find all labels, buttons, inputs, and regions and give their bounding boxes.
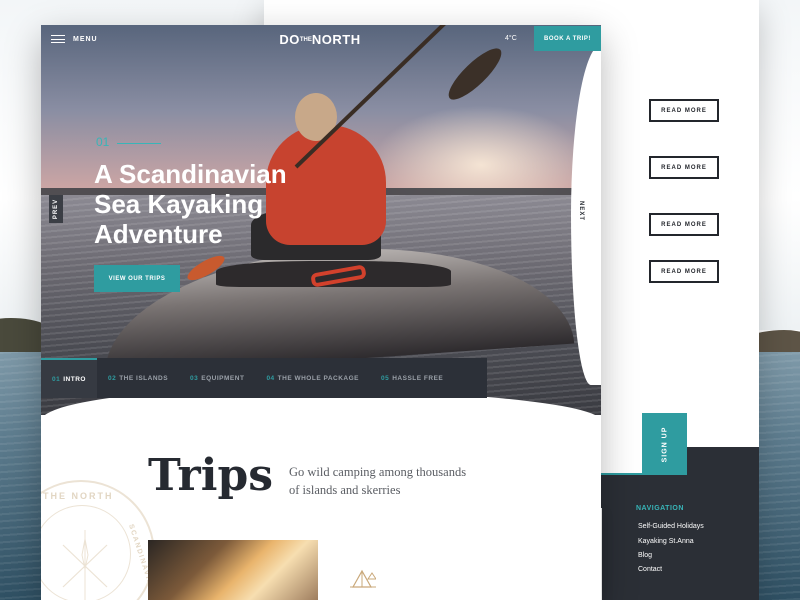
hero-tab-bar: 01 INTRO 02 THE ISLANDS 03 EQUIPMENT 04 THE …: [41, 358, 487, 398]
menu-button[interactable]: MENU: [51, 35, 98, 43]
tab-label: INTRO: [63, 375, 86, 383]
footer-navigation-title: NAVIGATION: [636, 505, 684, 512]
trip-photo[interactable]: [148, 540, 318, 600]
tab-intro[interactable]: 01 INTRO: [41, 358, 97, 398]
tent-icon: [350, 569, 376, 588]
footer-link-self-guided[interactable]: Self-Guided Holidays: [638, 523, 704, 530]
tab-number: 03: [190, 374, 199, 382]
stamp-text-top: THE NORTH: [43, 491, 114, 501]
trips-heading: Trips: [148, 450, 273, 501]
sign-up-label: SIGN UP: [660, 426, 668, 462]
trips-description: Go wild camping among thousands of islan…: [289, 465, 467, 497]
site-logo[interactable]: DOTHENORTH: [270, 32, 370, 47]
read-more-button[interactable]: READ MORE: [649, 99, 719, 122]
logo-the: THE: [299, 37, 312, 43]
sign-up-button[interactable]: SIGN UP: [642, 413, 687, 475]
tab-number: 04: [266, 374, 275, 382]
footer-link-kayaking[interactable]: Kayaking St.Anna: [638, 538, 694, 545]
paddle-emblem-icon: [62, 530, 108, 600]
footer-link-blog[interactable]: Blog: [638, 552, 652, 559]
hero-title: A Scandinavian Sea Kayaking Adventure: [94, 159, 287, 249]
logo-do: DO: [279, 32, 300, 47]
tab-number: 05: [381, 374, 390, 382]
slide-number-rule: [117, 143, 161, 144]
footer-link-contact[interactable]: Contact: [638, 566, 662, 573]
prev-slide-button[interactable]: PREV: [49, 195, 63, 223]
hamburger-icon: [51, 35, 65, 43]
slide-number: 01: [96, 135, 110, 149]
next-label: NEXT: [578, 200, 585, 222]
tab-hassle-free[interactable]: 05 HASSLE FREE: [370, 358, 454, 398]
prev-label: PREV: [53, 198, 59, 220]
view-our-trips-button[interactable]: VIEW OUR TRIPS: [94, 265, 180, 292]
read-more-button[interactable]: READ MORE: [649, 156, 719, 179]
tab-number: 01: [52, 375, 61, 383]
tab-label: THE WHOLE PACKAGE: [277, 374, 359, 382]
logo-north: NORTH: [311, 32, 361, 47]
tab-label: HASSLE FREE: [392, 374, 444, 382]
menu-label: MENU: [73, 35, 98, 43]
temperature-readout: 4°C: [505, 35, 517, 42]
tab-label: EQUIPMENT: [201, 374, 245, 382]
tab-label: THE ISLANDS: [119, 374, 169, 382]
read-more-button[interactable]: READ MORE: [649, 213, 719, 236]
tab-equipment[interactable]: 03 EQUIPMENT: [179, 358, 255, 398]
newsletter-email-input[interactable]: [600, 413, 642, 475]
hero-section: MENU DOTHENORTH 4°C BOOK A TRIP! 01 A Sc…: [41, 25, 601, 415]
tab-number: 02: [107, 374, 117, 382]
book-trip-button[interactable]: BOOK A TRIP!: [534, 26, 601, 51]
read-more-button[interactable]: READ MORE: [649, 260, 719, 283]
front-page-card: MENU DOTHENORTH 4°C BOOK A TRIP! 01 A Sc…: [41, 25, 601, 600]
tab-the-whole-package[interactable]: 04 THE WHOLE PACKAGE: [255, 358, 370, 398]
tab-the-islands[interactable]: 02 THE ISLANDS: [97, 358, 179, 398]
next-slide-button[interactable]: NEXT: [573, 195, 589, 227]
